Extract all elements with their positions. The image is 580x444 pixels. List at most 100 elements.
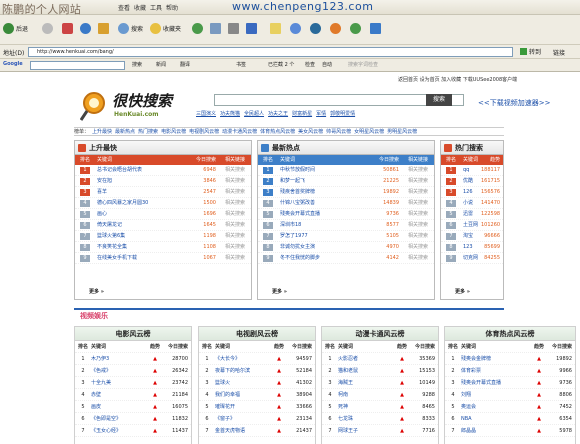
tool-button-b[interactable]: [350, 21, 361, 35]
links-button[interactable]: 链接: [553, 48, 565, 57]
table-row[interactable]: 6 《色即是空》 ▲ 11832: [75, 413, 191, 425]
google-bookmark-btn[interactable]: 书签: [236, 61, 246, 68]
stop-button[interactable]: [62, 21, 73, 35]
keyword-link[interactable]: qq: [461, 165, 481, 175]
table-row[interactable]: 3 海贼王 ▲ 10149: [322, 377, 438, 389]
keyword-link[interactable]: 体育彩票: [461, 365, 531, 376]
category-link[interactable]: 最新热点: [115, 129, 135, 135]
table-row[interactable]: 1 总书记会晤台胡代表 6948 相关搜索: [75, 165, 251, 176]
table-row[interactable]: 2 猫和老鼠 ▲ 15153: [322, 365, 438, 377]
table-row[interactable]: 7 篮球火第6集 1198 相关搜索: [75, 231, 251, 242]
table-row[interactable]: 9 在线美女手机下载 1067 相关搜索: [75, 253, 251, 264]
keyword-link[interactable]: 小说: [461, 198, 481, 208]
forward-button[interactable]: [42, 21, 53, 35]
table-row[interactable]: 2 和梦一起飞 21225 相关搜索: [258, 176, 434, 187]
table-row[interactable]: 8 不良笑花全集 1108 相关搜索: [75, 242, 251, 253]
keyword-link[interactable]: 画皮: [91, 401, 147, 412]
keyword-link[interactable]: 木乃伊3: [91, 353, 147, 364]
table-row[interactable]: 3 篮球火 ▲ 41302: [199, 377, 315, 389]
table-row[interactable]: 8 非诚勿扰女主演 4970 相关搜索: [258, 242, 434, 253]
related-search-link[interactable]: 相关搜索: [219, 209, 251, 219]
table-row[interactable]: 5 迅雷 122598: [441, 209, 503, 220]
back-button[interactable]: 后退: [3, 21, 28, 35]
table-row[interactable]: 3 喜羊 2547 相关搜索: [75, 187, 251, 198]
keyword-link[interactable]: 七龙珠: [338, 413, 394, 424]
related-search-link[interactable]: 相关搜索: [219, 187, 251, 197]
download-accelerator-link[interactable]: <<下载视频加速器>>: [478, 98, 550, 108]
keyword-link[interactable]: 《大长今》: [215, 353, 271, 364]
table-row[interactable]: 1 《大长今》 ▲ 94597: [199, 353, 315, 365]
table-row[interactable]: 5 璀璨花开 ▲ 33666: [199, 401, 315, 413]
table-row[interactable]: 2 优酷 161715: [441, 176, 503, 187]
google-popup-blocked[interactable]: 已拦截 2 个: [268, 61, 294, 68]
category-link[interactable]: 女明星风云榜: [354, 129, 384, 135]
table-row[interactable]: 3 126 156576: [441, 187, 503, 198]
keyword-link[interactable]: 残疾舍首奖牌榜: [278, 187, 372, 197]
table-row[interactable]: 4 什锦八宝粥改善 14839 相关搜索: [258, 198, 434, 209]
table-row[interactable]: 4 我们的幸福 ▲ 38904: [199, 389, 315, 401]
table-row[interactable]: 7 郎晶晶 ▲ 5978: [445, 425, 575, 437]
related-search-link[interactable]: 相关搜索: [402, 198, 434, 208]
keyword-link[interactable]: 在线美女手机下载: [95, 253, 189, 263]
keyword-link[interactable]: 深圳市18: [278, 220, 372, 230]
table-row[interactable]: 6 倚天屠龙记 1645 相关搜索: [75, 220, 251, 231]
category-link[interactable]: 男明星风云榜: [387, 129, 417, 135]
more-link[interactable]: 更多 »: [89, 288, 104, 295]
related-search-link[interactable]: 相关搜索: [219, 231, 251, 241]
messenger-button[interactable]: [290, 21, 301, 35]
table-row[interactable]: 7 《玉女心经》 ▲ 11437: [75, 425, 191, 437]
table-row[interactable]: 1 qq 188117: [441, 165, 503, 176]
tool-button-a[interactable]: [330, 21, 341, 35]
related-search-link[interactable]: 相关搜索: [402, 242, 434, 252]
table-row[interactable]: 3 残奥会开幕式直播 ▲ 9736: [445, 377, 575, 389]
category-link[interactable]: 电视剧风云榜: [189, 129, 219, 135]
category-link[interactable]: 电影风云榜: [161, 129, 186, 135]
related-search-link[interactable]: 相关搜索: [402, 253, 434, 263]
more-link[interactable]: 更多 »: [455, 288, 470, 295]
category-link[interactable]: 体育热点风云榜: [260, 129, 295, 135]
table-row[interactable]: 5 画皮 ▲ 16075: [75, 401, 191, 413]
google-search-btn[interactable]: 搜索: [132, 61, 142, 68]
menu-help[interactable]: 帮助: [166, 3, 178, 12]
keyword-link[interactable]: 奥运会: [461, 401, 531, 412]
keyword-link[interactable]: 郎晶晶: [461, 425, 531, 436]
history-button[interactable]: [192, 21, 203, 35]
hot-tag[interactable]: 功夫熊猫: [220, 110, 240, 117]
related-search-link[interactable]: 相关搜索: [402, 231, 434, 241]
related-search-link[interactable]: 相关搜索: [402, 165, 434, 175]
notes-button[interactable]: [270, 21, 281, 35]
related-search-link[interactable]: 相关搜索: [219, 165, 251, 175]
category-link[interactable]: 动漫卡通风云榜: [222, 129, 257, 135]
table-row[interactable]: 7 网球王子 ▲ 7716: [322, 425, 438, 437]
table-row[interactable]: 6 土豆网 101260: [441, 220, 503, 231]
table-row[interactable]: 1 中秋节放假时间 50861 相关搜索: [258, 165, 434, 176]
category-link[interactable]: 上升最快: [92, 129, 112, 135]
table-row[interactable]: 4 赤壁 ▲ 21184: [75, 389, 191, 401]
keyword-link[interactable]: 非诚勿扰女主演: [278, 242, 372, 252]
keyword-link[interactable]: 十全九美: [91, 377, 147, 388]
google-translate-auto[interactable]: 自动: [322, 61, 332, 68]
keyword-link[interactable]: 罗怎了1977: [278, 231, 372, 241]
keyword-link[interactable]: 残奥会开幕式直播: [278, 209, 372, 219]
table-row[interactable]: 5 死神 ▲ 8465: [322, 401, 438, 413]
table-row[interactable]: 8 123 85699: [441, 242, 503, 253]
table-row[interactable]: 2 安在旭 3846 相关搜索: [75, 176, 251, 187]
menu-view[interactable]: 查看: [118, 3, 130, 12]
hot-tag[interactable]: 全民超人: [244, 110, 264, 117]
keyword-link[interactable]: 和梦一起飞: [278, 176, 372, 186]
table-row[interactable]: 5 残奥会开幕式直播 9736 相关搜索: [258, 209, 434, 220]
keyword-link[interactable]: 残奥会开幕式直播: [461, 377, 531, 388]
table-row[interactable]: 1 木乃伊3 ▲ 28700: [75, 353, 191, 365]
hot-tag[interactable]: 功夫之王: [268, 110, 288, 117]
keyword-link[interactable]: 倚天屠龙记: [95, 220, 189, 230]
related-search-link[interactable]: 相关搜索: [402, 220, 434, 230]
keyword-link[interactable]: 火影忍者: [338, 353, 394, 364]
keyword-link[interactable]: 网球王子: [338, 425, 394, 436]
table-row[interactable]: 5 奥运会 ▲ 7452: [445, 401, 575, 413]
category-link[interactable]: 美女风云榜: [298, 129, 323, 135]
table-row[interactable]: 2 夜幕下的哈尔滨 ▲ 52184: [199, 365, 315, 377]
keyword-link[interactable]: 安在旭: [95, 176, 189, 186]
mail-button[interactable]: [210, 21, 221, 35]
table-row[interactable]: 7 淘宝 96666: [441, 231, 503, 242]
keyword-link[interactable]: 金首天虎物语: [215, 425, 271, 436]
